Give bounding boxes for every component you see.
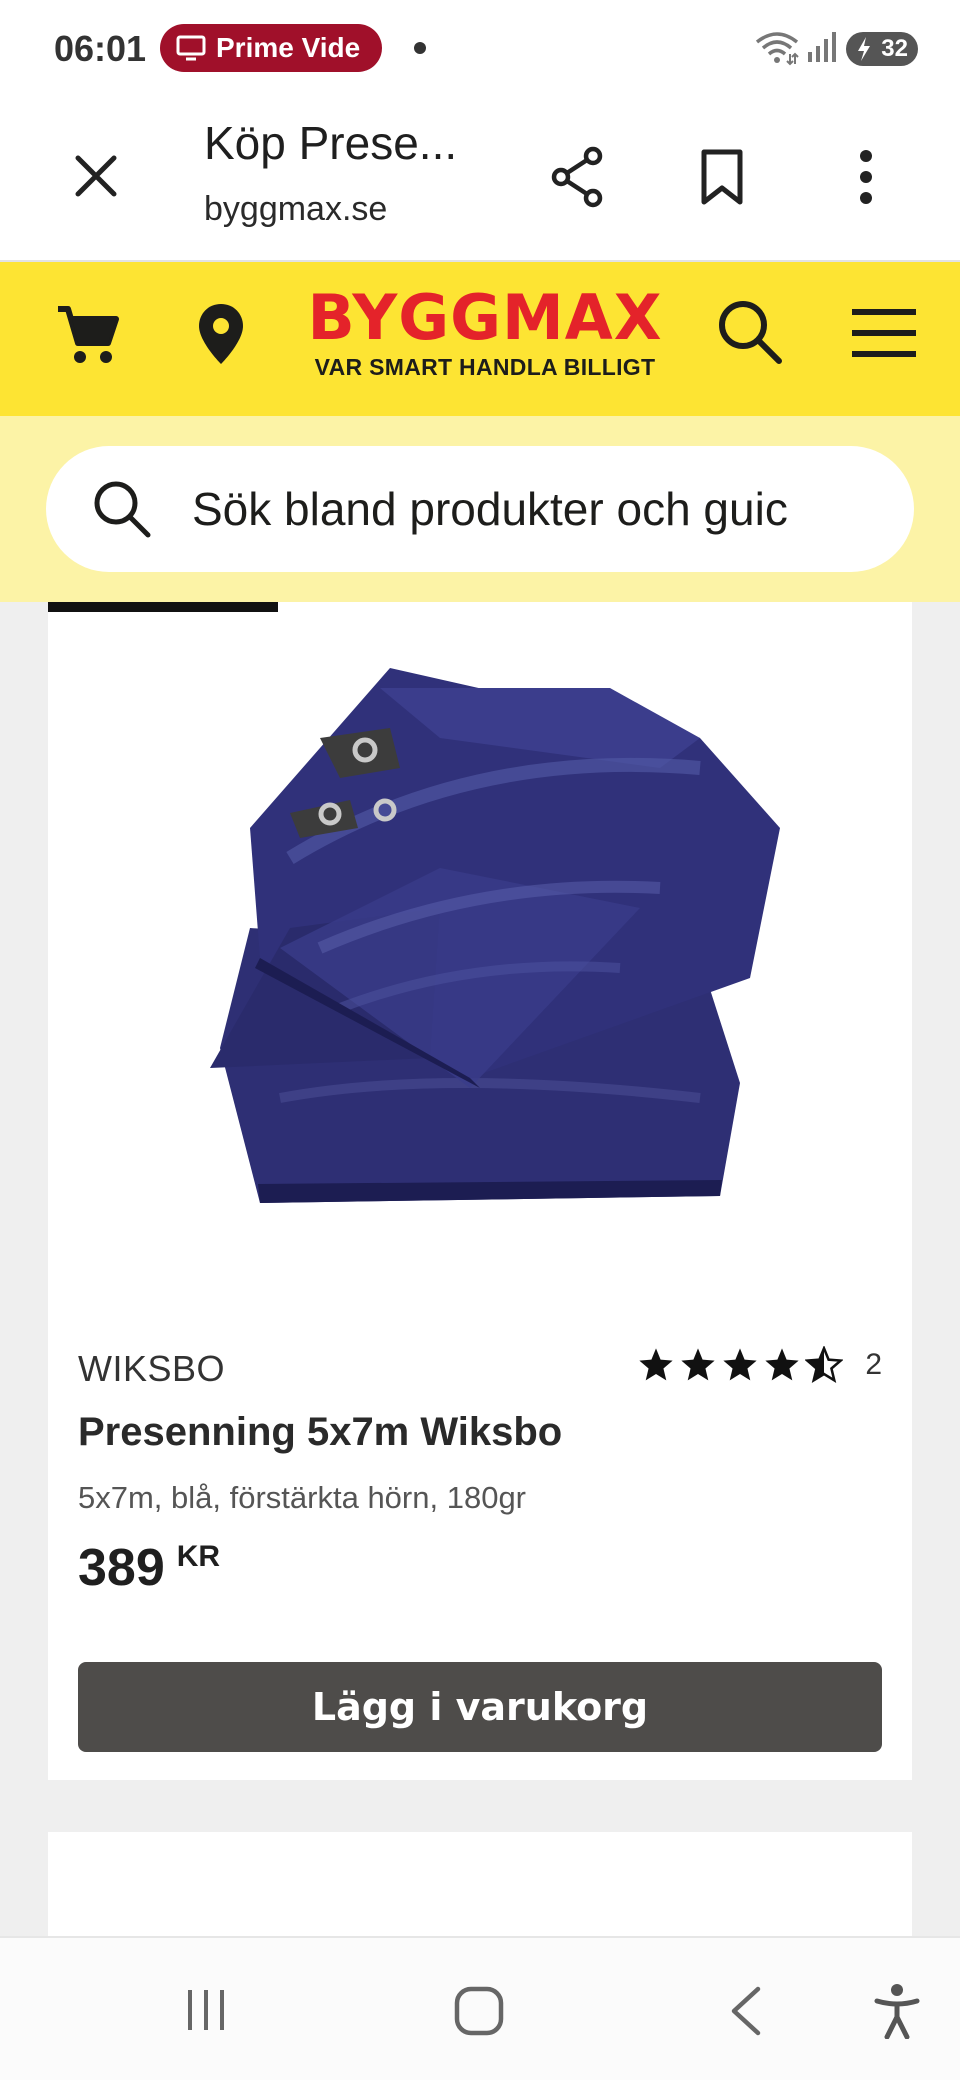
byggmax-logo[interactable]: BYGGMAX VAR SMART HANDLA BILLIGT	[290, 284, 680, 394]
wifi-icon	[755, 32, 799, 66]
notification-dot	[414, 42, 426, 54]
recents-button[interactable]	[176, 1980, 236, 2040]
price-amount: 389	[78, 1539, 165, 1597]
search-box[interactable]	[46, 446, 914, 572]
notification-pill[interactable]: Prime Vide	[160, 24, 382, 72]
battery-level: 32	[881, 35, 908, 62]
product-card[interactable]: WIKSBO 2 Presenning 5x7m Wiksbo 5x7m, bl…	[48, 602, 912, 1780]
blue-tarp-image[interactable]	[140, 628, 840, 1228]
product-name[interactable]: Presenning 5x7m Wiksbo	[78, 1410, 562, 1455]
store-locator-button[interactable]	[186, 296, 256, 372]
share-button[interactable]	[546, 142, 610, 212]
page-title: Köp Prese...	[204, 117, 458, 169]
star-filled-icon	[723, 1348, 757, 1381]
home-icon	[454, 1986, 504, 2036]
search-input[interactable]	[192, 482, 812, 536]
signal-icon	[808, 32, 836, 62]
review-count: 2	[865, 1348, 882, 1381]
browser-toolbar: Köp Prese... byggmax.se	[0, 96, 960, 262]
battery-indicator: 32	[846, 32, 918, 66]
star-half-icon	[805, 1346, 844, 1384]
star-filled-icon	[681, 1348, 715, 1381]
active-indicator	[48, 602, 278, 612]
back-icon	[731, 1986, 761, 2036]
price-currency: KR	[176, 1540, 221, 1573]
search-icon	[94, 481, 151, 538]
home-button[interactable]	[446, 1978, 512, 2044]
product-brand[interactable]: WIKSBO	[78, 1348, 225, 1390]
star-filled-icon	[765, 1348, 799, 1381]
product-price: 389 KR	[78, 1538, 220, 1598]
page-domain: byggmax.se	[204, 190, 388, 228]
close-button[interactable]	[66, 146, 126, 206]
logo-wordmark: BYGGMAX	[307, 281, 663, 354]
search-icon	[719, 301, 782, 364]
share-icon	[551, 146, 603, 208]
system-nav-bar	[0, 1936, 960, 2080]
header-search-button[interactable]	[712, 294, 788, 370]
product-rating[interactable]: 2	[637, 1346, 882, 1384]
star-filled-icon	[639, 1348, 673, 1381]
status-time: 06:01	[54, 28, 147, 69]
hamburger-menu-icon	[852, 309, 916, 357]
tv-icon	[176, 35, 206, 61]
location-pin-icon	[199, 304, 243, 364]
product-description: 5x7m, blå, förstärkta hörn, 180gr	[78, 1480, 527, 1515]
rating-stars	[637, 1346, 844, 1384]
cart-button[interactable]	[50, 296, 126, 372]
cart-icon	[58, 306, 119, 363]
accessibility-icon	[874, 1984, 920, 2039]
accessibility-button[interactable]	[864, 1978, 930, 2044]
battery-icon	[858, 37, 870, 61]
add-to-cart-button[interactable]: Lägg i varukorg	[78, 1662, 882, 1752]
bookmark-icon	[701, 149, 743, 205]
more-icon	[860, 150, 872, 204]
notification-pill-label: Prime Vide	[216, 32, 361, 63]
menu-button[interactable]	[846, 298, 922, 368]
status-bar: 06:01 Prime Vide 32	[0, 0, 960, 96]
back-button[interactable]	[716, 1978, 776, 2044]
recents-icon	[188, 1990, 224, 2030]
logo-tagline: VAR SMART HANDLA BILLIGT	[314, 354, 656, 380]
bookmark-button[interactable]	[690, 142, 754, 212]
search-section	[0, 416, 960, 602]
more-options-button[interactable]	[834, 142, 898, 212]
close-icon	[75, 155, 117, 197]
site-header: BYGGMAX VAR SMART HANDLA BILLIGT	[0, 262, 960, 416]
